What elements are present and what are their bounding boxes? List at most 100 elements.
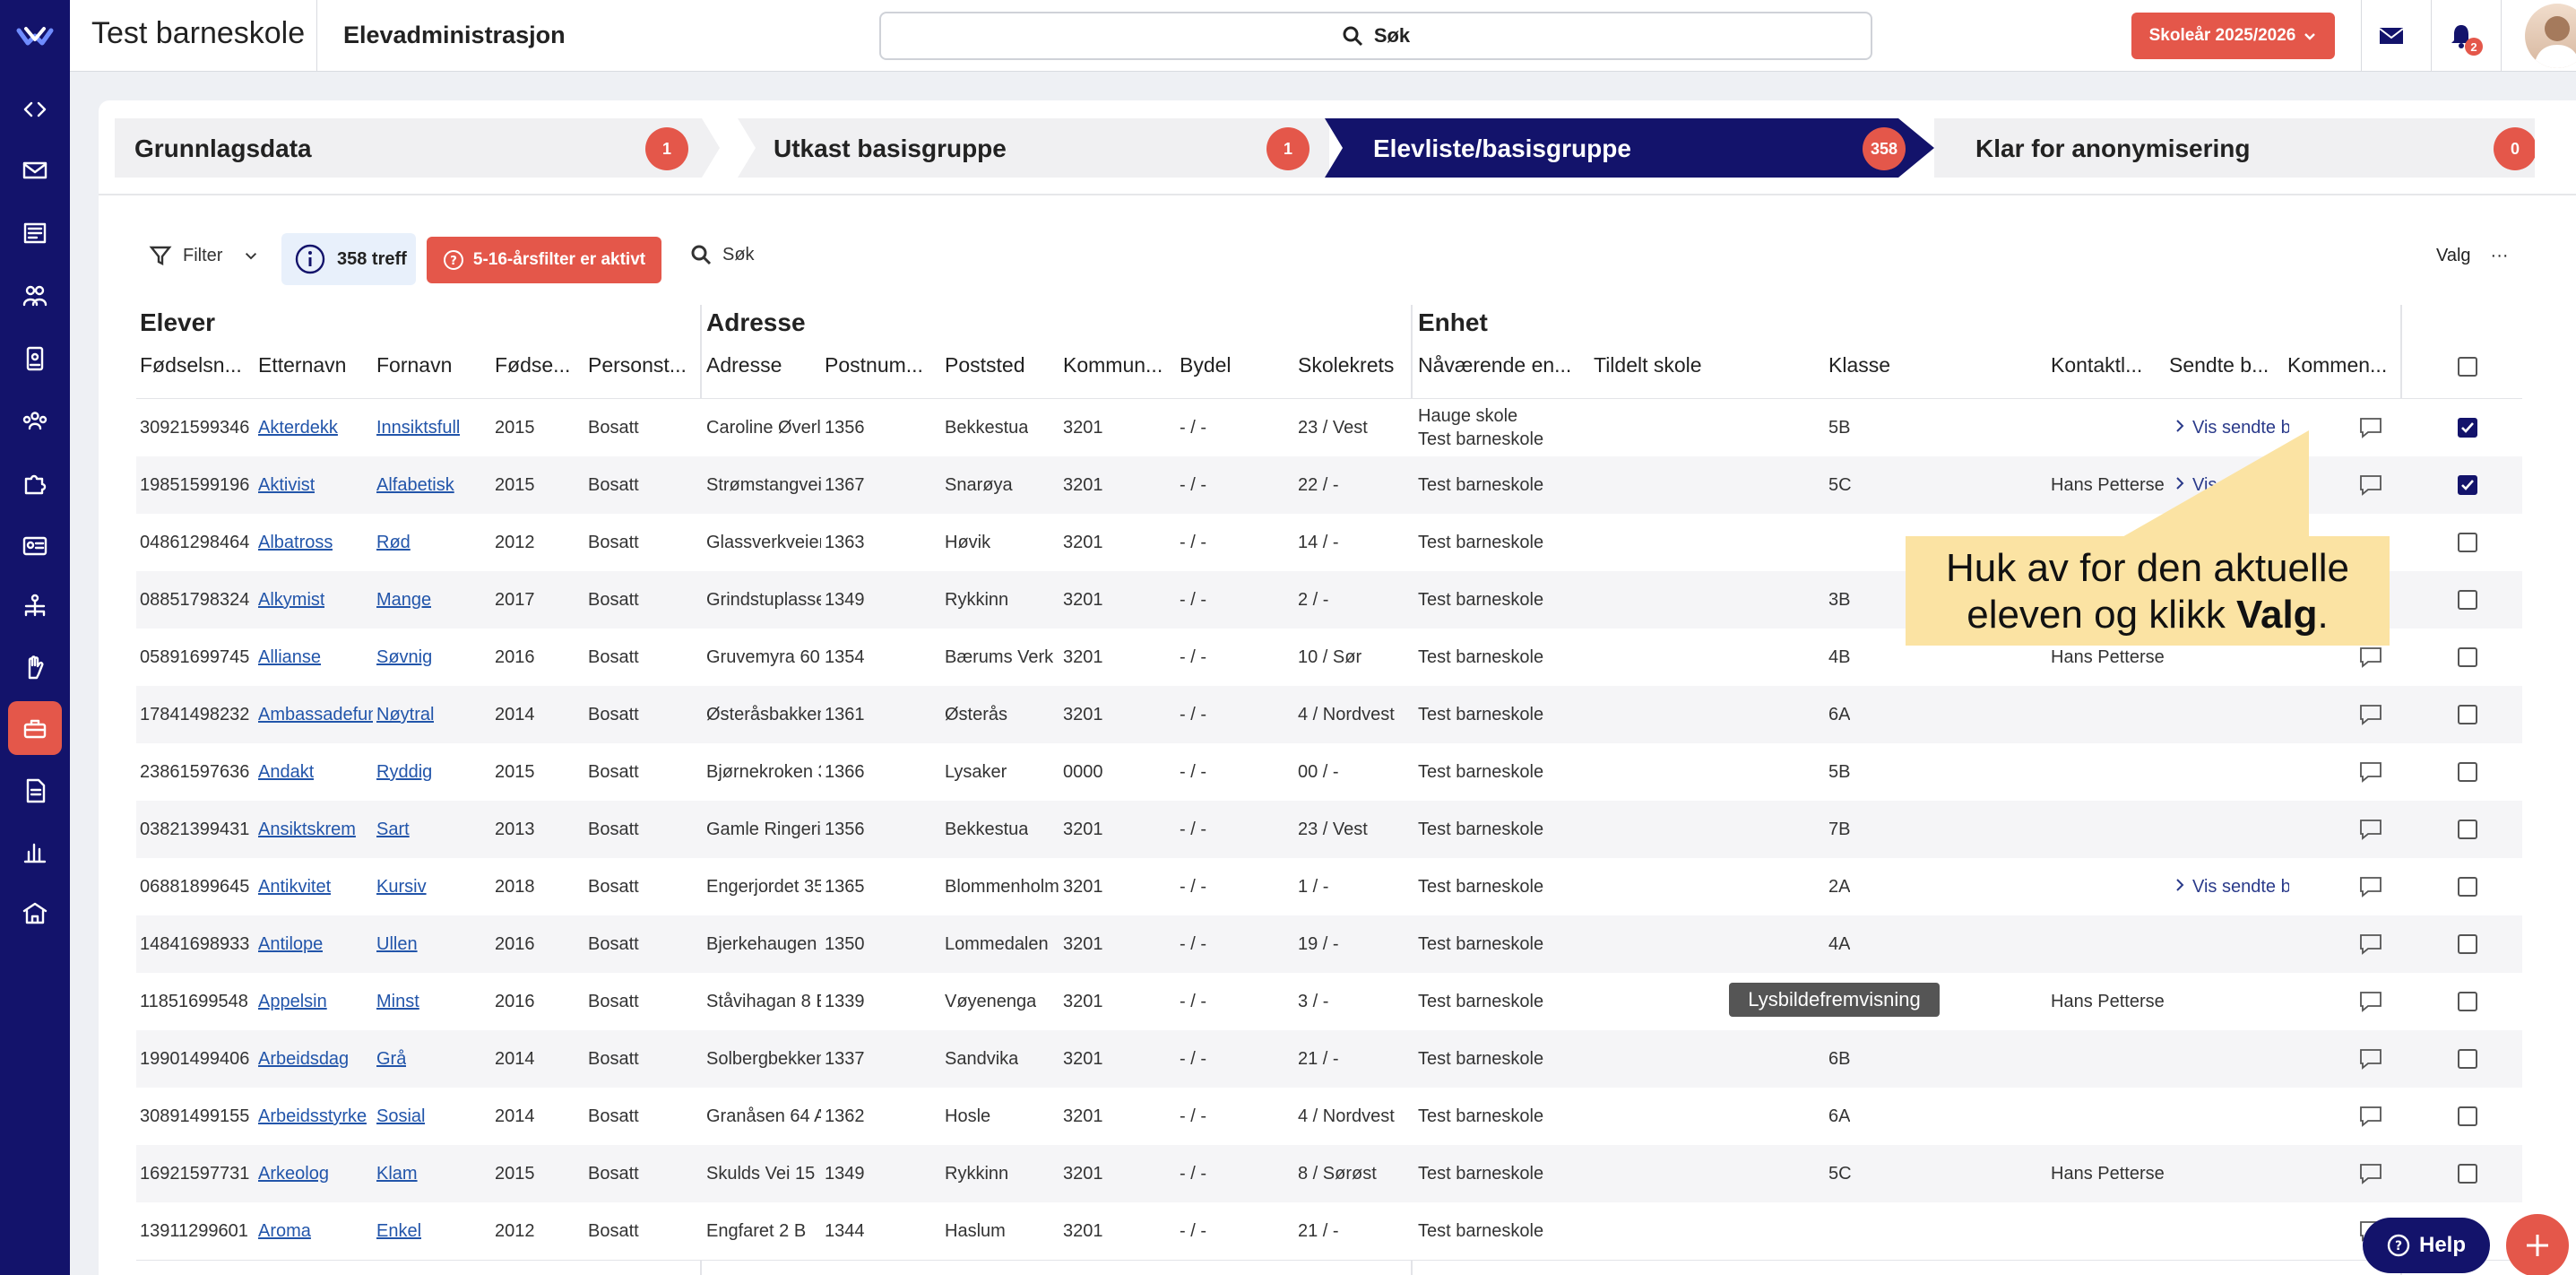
comment-icon[interactable]: [2359, 1163, 2382, 1184]
row-select-checkbox[interactable]: [2458, 533, 2477, 552]
show-sent-letters-link[interactable]: Vis sendte brev: [2174, 877, 2289, 898]
row-select-checkbox[interactable]: [2458, 1164, 2477, 1184]
step-grunnlagsdata[interactable]: Grunnlagsdata 1: [115, 118, 724, 178]
row-select-checkbox[interactable]: [2458, 705, 2477, 724]
row-select-checkbox[interactable]: [2458, 647, 2477, 667]
column-header-krets[interactable]: Skolekrets: [1298, 353, 1394, 377]
cell-etternavn[interactable]: Aktivist: [258, 475, 315, 496]
cell-fornavn[interactable]: Nøytral: [376, 705, 434, 725]
cell-etternavn[interactable]: Andakt: [258, 762, 314, 783]
comment-icon[interactable]: [2359, 876, 2382, 898]
column-header-status[interactable]: Personst...: [588, 353, 687, 377]
step-klar-for-anonymisering[interactable]: Klar for anonymisering 0: [1934, 118, 2535, 178]
cell-fornavn[interactable]: Sart: [376, 820, 410, 840]
column-header-kontakt[interactable]: Kontaktl...: [2051, 353, 2142, 377]
filter-button[interactable]: Filter: [149, 244, 260, 267]
row-select-checkbox[interactable]: [2458, 1049, 2477, 1069]
column-header-fnr[interactable]: Fødselsn...: [140, 353, 242, 377]
cell-etternavn[interactable]: Antikvitet: [258, 877, 331, 898]
cell-etternavn[interactable]: Albatross: [258, 533, 333, 553]
column-header-klasse[interactable]: Klasse: [1828, 353, 1890, 377]
help-button[interactable]: ? Help: [2363, 1218, 2490, 1273]
cell-etternavn[interactable]: Aroma: [258, 1221, 311, 1242]
sidebar-item-news[interactable]: [8, 206, 62, 260]
school-name[interactable]: Test barneskole: [91, 16, 305, 51]
column-header-fornavn[interactable]: Fornavn: [376, 353, 452, 377]
sidebar-item-hierarchy[interactable]: [8, 579, 62, 633]
comment-icon[interactable]: [2359, 761, 2382, 783]
table-search-button[interactable]: Søk: [690, 244, 755, 265]
school-year-select[interactable]: Skoleår 2025/2026: [2131, 13, 2335, 59]
cell-fornavn[interactable]: Grå: [376, 1049, 406, 1070]
more-options-icon[interactable]: ···: [2491, 246, 2509, 266]
row-select-checkbox[interactable]: [2458, 762, 2477, 782]
sidebar-item-group[interactable]: [8, 395, 62, 448]
sidebar-item-id-badge[interactable]: [8, 332, 62, 386]
sidebar-item-briefcase[interactable]: [8, 701, 62, 755]
row-select-checkbox[interactable]: [2458, 992, 2477, 1011]
column-header-sendte[interactable]: Sendte b...: [2169, 353, 2269, 377]
cell-fornavn[interactable]: Sosial: [376, 1106, 425, 1127]
row-select-checkbox[interactable]: [2458, 475, 2477, 495]
cell-fornavn[interactable]: Kursiv: [376, 877, 427, 898]
cell-fornavn[interactable]: Ullen: [376, 934, 418, 955]
user-avatar[interactable]: [2525, 4, 2576, 68]
cell-etternavn[interactable]: Ansiktskrem: [258, 820, 356, 840]
column-header-etternavn[interactable]: Etternavn: [258, 353, 346, 377]
valg-button[interactable]: Valg: [2436, 246, 2471, 266]
cell-fornavn[interactable]: Ryddig: [376, 762, 432, 783]
age-filter-button[interactable]: ? 5-16-årsfilter er aktivt: [427, 237, 661, 283]
comment-icon[interactable]: [2359, 1106, 2382, 1127]
select-all-checkbox[interactable]: [2458, 357, 2477, 377]
notifications-button[interactable]: 2: [2443, 18, 2483, 56]
row-select-checkbox[interactable]: [2458, 877, 2477, 897]
cell-etternavn[interactable]: Allianse: [258, 647, 321, 668]
sidebar-item-idcard[interactable]: [8, 518, 62, 572]
row-select-checkbox[interactable]: [2458, 418, 2477, 438]
column-header-postnr[interactable]: Postnum...: [825, 353, 923, 377]
sidebar-item-bar-chart[interactable]: [8, 825, 62, 879]
comment-icon[interactable]: [2359, 933, 2382, 955]
step-utkast-basisgruppe[interactable]: Utkast basisgruppe 1: [738, 118, 1329, 178]
row-select-checkbox[interactable]: [2458, 934, 2477, 954]
sidebar-item-people[interactable]: [8, 269, 62, 323]
app-logo-icon[interactable]: [15, 18, 55, 54]
cell-fornavn[interactable]: Rød: [376, 533, 411, 553]
valg-menu[interactable]: Valg ···: [2436, 246, 2509, 266]
cell-etternavn[interactable]: Arbeidsstyrke: [258, 1106, 367, 1127]
comment-icon[interactable]: [2359, 704, 2382, 725]
column-header-enhet[interactable]: Nåværende en...: [1418, 353, 1571, 377]
column-header-tildelt[interactable]: Tildelt skole: [1594, 353, 1702, 377]
cell-fornavn[interactable]: Klam: [376, 1164, 418, 1184]
cell-etternavn[interactable]: Arbeidsdag: [258, 1049, 349, 1070]
comment-icon[interactable]: [2359, 819, 2382, 840]
row-select-checkbox[interactable]: [2458, 1106, 2477, 1126]
sidebar-item-mail[interactable]: [8, 143, 62, 197]
cell-fornavn[interactable]: Minst: [376, 992, 419, 1012]
row-select-checkbox[interactable]: [2458, 820, 2477, 839]
row-select-checkbox[interactable]: [2458, 590, 2477, 610]
sidebar-item-hand[interactable]: [8, 640, 62, 694]
cell-fornavn[interactable]: Innsiktsfull: [376, 418, 460, 438]
comment-icon[interactable]: [2359, 991, 2382, 1012]
cell-etternavn[interactable]: Ambassadefunk: [258, 705, 373, 725]
add-button[interactable]: [2506, 1214, 2569, 1275]
column-header-kommune[interactable]: Kommun...: [1063, 353, 1163, 377]
cell-fornavn[interactable]: Alfabetisk: [376, 475, 454, 496]
cell-fornavn[interactable]: Mange: [376, 590, 431, 611]
cell-etternavn[interactable]: Arkeolog: [258, 1164, 329, 1184]
comment-icon[interactable]: [2359, 646, 2382, 668]
cell-fornavn[interactable]: Enkel: [376, 1221, 421, 1242]
column-header-comment[interactable]: Kommen...: [2287, 353, 2387, 377]
cell-etternavn[interactable]: Alkymist: [258, 590, 324, 611]
cell-etternavn[interactable]: Appelsin: [258, 992, 327, 1012]
cell-etternavn[interactable]: Akterdekk: [258, 418, 338, 438]
messages-button[interactable]: [2373, 18, 2409, 54]
sidebar-item-school[interactable]: [8, 886, 62, 940]
sidebar-item-code[interactable]: [8, 82, 62, 136]
sidebar-item-document[interactable]: [8, 764, 62, 818]
column-header-adresse[interactable]: Adresse: [706, 353, 782, 377]
comment-icon[interactable]: [2359, 1048, 2382, 1070]
column-header-fodt[interactable]: Fødse...: [495, 353, 570, 377]
global-search[interactable]: Søk: [879, 12, 1872, 60]
